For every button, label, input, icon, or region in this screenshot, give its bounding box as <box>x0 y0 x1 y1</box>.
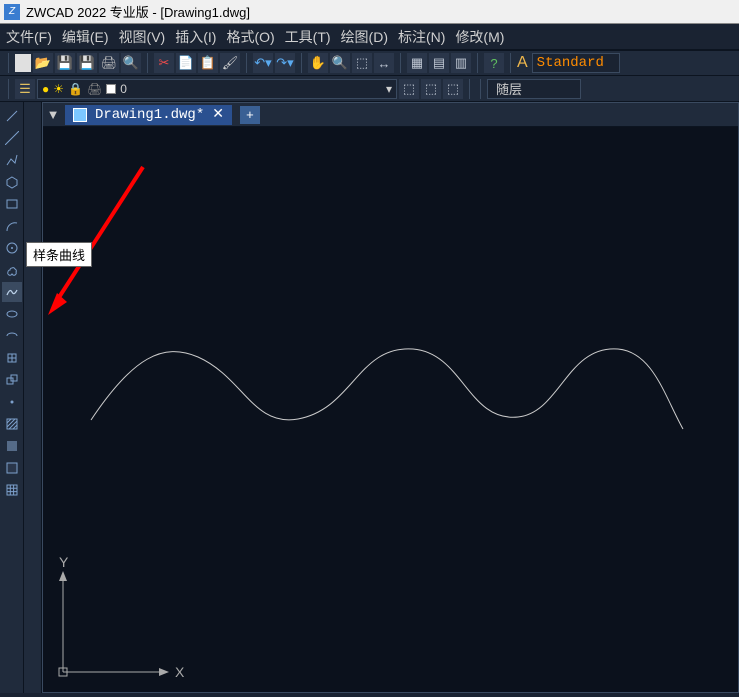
separator-icon <box>147 53 148 73</box>
menu-edit[interactable]: 编辑(E) <box>62 27 109 47</box>
menu-insert[interactable]: 插入(I) <box>175 27 216 47</box>
undo-button[interactable]: ↶▾ <box>253 53 273 73</box>
zoom-extents-button[interactable]: ↔ <box>374 53 394 73</box>
grip-icon <box>8 79 9 99</box>
preview-button[interactable]: 🔍 <box>121 53 141 73</box>
ellipse-arc-tool[interactable] <box>2 326 22 346</box>
app-icon: Z <box>4 4 20 20</box>
document-tab-bar: ▼ Drawing1.dwg* ✕ + <box>43 103 738 127</box>
menubar: 文件(F) 编辑(E) 视图(V) 插入(I) 格式(O) 工具(T) 绘图(D… <box>0 24 739 50</box>
menu-view[interactable]: 视图(V) <box>119 27 166 47</box>
rectangle-tool[interactable] <box>2 194 22 214</box>
region-tool[interactable] <box>2 458 22 478</box>
bulb-icon: ● <box>42 82 49 96</box>
titlebar: Z ZWCAD 2022 专业版 - [Drawing1.dwg] <box>0 0 739 24</box>
polyline-tool[interactable] <box>2 150 22 170</box>
props-button[interactable]: ▦ <box>407 53 427 73</box>
calc-button[interactable]: ▥ <box>451 53 471 73</box>
style-dropdown[interactable]: Standard <box>532 53 620 73</box>
arc-tool[interactable] <box>2 216 22 236</box>
left-toolbar <box>0 102 24 693</box>
construction-line-tool[interactable] <box>2 128 22 148</box>
toolbar-2: ☰ ● ☀ 🔒 🖨 0 ▾ ⬚ ⬚ ⬚ 随层 <box>0 76 739 102</box>
layer-freeze-button[interactable]: ⬚ <box>443 79 463 99</box>
print-icon: 🖨 <box>87 82 102 96</box>
save-button[interactable]: 💾 <box>55 53 75 73</box>
lock-icon: 🔒 <box>68 82 83 96</box>
zoom-window-button[interactable]: ⬚ <box>352 53 372 73</box>
menu-annotate[interactable]: 标注(N) <box>398 27 445 47</box>
toolbar-1: 📂 💾 💾 🖨 🔍 ✂ 📄 📋 🖌 ↶▾ ↷▾ ✋ 🔍 ⬚ ↔ ▦ ▤ ▥ ? … <box>0 50 739 76</box>
redo-button[interactable]: ↷▾ <box>275 53 295 73</box>
separator-icon <box>477 53 478 73</box>
main-area: ▼ Drawing1.dwg* ✕ + Y X <box>0 102 739 693</box>
point-tool[interactable] <box>2 392 22 412</box>
menu-file[interactable]: 文件(F) <box>6 27 52 47</box>
copy-button[interactable]: 📄 <box>176 53 196 73</box>
left-spacer <box>24 102 42 693</box>
grip-icon <box>8 53 9 73</box>
layer-prev-button[interactable]: ⬚ <box>399 79 419 99</box>
menu-modify[interactable]: 修改(M) <box>455 27 504 47</box>
menu-tools[interactable]: 工具(T) <box>285 27 331 47</box>
print-button[interactable]: 🖨 <box>99 53 119 73</box>
separator-icon <box>400 53 401 73</box>
help-button[interactable]: ? <box>484 53 504 73</box>
x-axis-label: X <box>175 664 185 680</box>
layer-color-swatch <box>106 84 116 94</box>
polygon-tool[interactable] <box>2 172 22 192</box>
match-button[interactable]: 🖌 <box>220 53 240 73</box>
canvas-svg: Y X <box>43 127 739 697</box>
bylayer-dropdown[interactable]: 随层 <box>487 79 581 99</box>
layer-name: 0 <box>120 82 127 96</box>
revision-cloud-tool[interactable] <box>2 260 22 280</box>
new-file-button[interactable] <box>15 54 31 72</box>
new-tab-button[interactable]: + <box>240 106 260 124</box>
dwg-file-icon <box>73 108 87 122</box>
menu-draw[interactable]: 绘图(D) <box>341 27 388 47</box>
tab-close-button[interactable]: ✕ <box>212 106 224 123</box>
bylayer-label: 随层 <box>496 79 522 98</box>
chevron-down-icon: ▾ <box>386 82 392 96</box>
sun-icon: ☀ <box>53 82 64 96</box>
insert-block-tool[interactable] <box>2 348 22 368</box>
zoom-button[interactable]: 🔍 <box>330 53 350 73</box>
ellipse-tool[interactable] <box>2 304 22 324</box>
y-axis-label: Y <box>59 554 69 570</box>
layer-isolate-button[interactable]: ⬚ <box>421 79 441 99</box>
tab-label: Drawing1.dwg* <box>95 107 204 123</box>
cut-button[interactable]: ✂ <box>154 53 174 73</box>
gradient-tool[interactable] <box>2 436 22 456</box>
menu-format[interactable]: 格式(O) <box>226 27 274 47</box>
separator-icon <box>510 53 511 73</box>
drawing-canvas[interactable]: ▼ Drawing1.dwg* ✕ + Y X <box>42 102 739 693</box>
table-tool[interactable] <box>2 480 22 500</box>
annotation-arrow-head <box>48 293 67 315</box>
document-tab[interactable]: Drawing1.dwg* ✕ <box>65 105 232 125</box>
pan-button[interactable]: ✋ <box>308 53 328 73</box>
ucs-icon: Y X <box>59 554 185 680</box>
paste-button[interactable]: 📋 <box>198 53 218 73</box>
circle-tool[interactable] <box>2 238 22 258</box>
separator-icon <box>301 53 302 73</box>
make-block-tool[interactable] <box>2 370 22 390</box>
tab-list-dropdown[interactable]: ▼ <box>45 107 61 122</box>
line-tool[interactable] <box>2 106 22 126</box>
toolpalette-button[interactable]: ▤ <box>429 53 449 73</box>
separator-icon <box>469 79 470 99</box>
layer-dropdown[interactable]: ● ☀ 🔒 🖨 0 ▾ <box>37 79 397 99</box>
layer-manager-button[interactable]: ☰ <box>15 79 35 99</box>
window-title: ZWCAD 2022 专业版 - [Drawing1.dwg] <box>26 2 250 21</box>
open-folder-button[interactable]: 📂 <box>33 53 53 73</box>
saveall-button[interactable]: 💾 <box>77 53 97 73</box>
grip-icon <box>480 79 481 99</box>
spline-tooltip: 样条曲线 <box>26 242 92 267</box>
spline-tool[interactable] <box>2 282 22 302</box>
textstyle-icon: A <box>517 54 528 72</box>
hatch-tool[interactable] <box>2 414 22 434</box>
annotation-arrow-line <box>56 167 143 302</box>
drawn-spline <box>91 349 683 429</box>
separator-icon <box>246 53 247 73</box>
